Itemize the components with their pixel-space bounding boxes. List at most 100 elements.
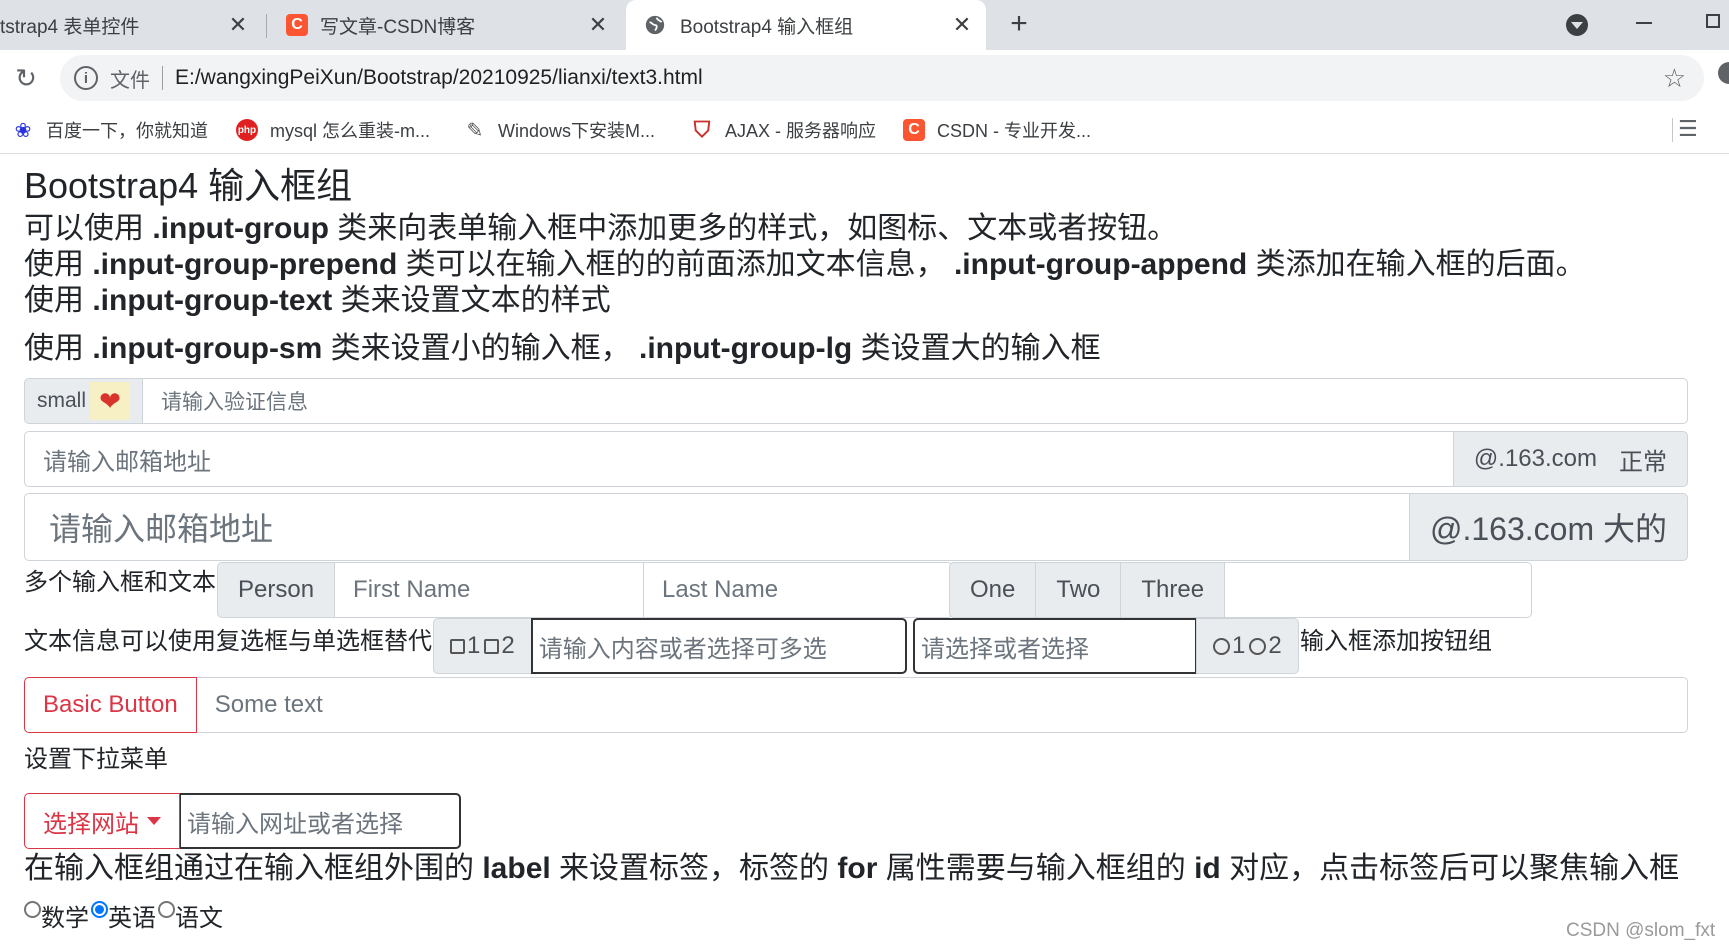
small-addon-text: small bbox=[37, 389, 87, 412]
close-icon[interactable]: ✕ bbox=[950, 12, 974, 37]
some-text-input[interactable]: Some text bbox=[195, 677, 1688, 733]
bookmark-label: CSDN - 专业开发... bbox=[937, 121, 1092, 141]
reading-list-icon[interactable]: ☰ bbox=[1678, 116, 1698, 142]
paw-icon: ❀ bbox=[14, 119, 32, 142]
shield-icon: ⛉ bbox=[693, 117, 711, 142]
size-label: 正常 bbox=[1619, 448, 1667, 476]
basic-button[interactable]: Basic Button bbox=[24, 677, 197, 733]
radio-english[interactable] bbox=[91, 901, 108, 918]
radio-2[interactable] bbox=[1249, 637, 1267, 655]
globe-icon bbox=[645, 15, 665, 35]
close-icon[interactable]: ✕ bbox=[586, 12, 610, 37]
tab-search-icon[interactable] bbox=[1566, 14, 1588, 36]
subject-radio-group: 数学 英语 语文 bbox=[24, 898, 225, 933]
radio-label: 2 bbox=[1268, 632, 1282, 659]
checkbox-label: 1 bbox=[467, 632, 481, 659]
tab-label: 写文章-CSDN博客 bbox=[320, 16, 476, 38]
maximize-icon[interactable] bbox=[1706, 14, 1720, 28]
person-addon: Person bbox=[217, 562, 336, 618]
address-bar: ↻ i 文件 E:/wangxingPeiXun/Bootstrap/20210… bbox=[0, 50, 1729, 106]
desc-group-text: 使用 .input-group-text 类来设置文本的样式 bbox=[24, 283, 611, 319]
checkbox-2[interactable] bbox=[484, 638, 500, 654]
input-group-multi-text: One Two Three bbox=[949, 562, 1533, 618]
desc-text: 属性需要与输入框组的 bbox=[877, 852, 1195, 885]
desc-text: 使用 bbox=[24, 248, 93, 281]
code-text: for bbox=[837, 852, 878, 885]
minimize-icon[interactable] bbox=[1636, 22, 1652, 24]
code-text: .input-group bbox=[152, 212, 329, 245]
domain-text: @.163.com bbox=[1473, 445, 1597, 472]
small-addon: small ❤ bbox=[24, 378, 144, 424]
input-group-dropdown: 选择网站 请输入网址或者选择 bbox=[24, 793, 461, 849]
multi-text-input[interactable] bbox=[1224, 562, 1533, 618]
radio-chinese-label[interactable]: 语文 bbox=[175, 898, 223, 933]
bookmark-label: mysql 怎么重装-m... bbox=[270, 121, 430, 141]
dropdown-label: 选择网站 bbox=[43, 810, 139, 838]
omnibox-divider bbox=[162, 66, 163, 90]
tab-form-controls[interactable]: tstrap4 表单控件 ✕ bbox=[0, 0, 262, 50]
bookmark-label: 百度一下，你就知道 bbox=[46, 121, 208, 141]
one-addon: One bbox=[949, 562, 1037, 618]
file-scheme-label: 文件 bbox=[110, 69, 150, 92]
close-icon[interactable]: ✕ bbox=[226, 12, 250, 37]
url-input[interactable]: 请输入网址或者选择 bbox=[179, 793, 461, 849]
multi-input-label: 多个输入框和文本 bbox=[24, 569, 216, 596]
radio-addon: 1 2 bbox=[1196, 618, 1299, 674]
page-content: Bootstrap4 输入框组 可以使用 .input-group 类来向表单输… bbox=[0, 155, 1729, 950]
button-group-label: 输入框添加按钮组 bbox=[1300, 628, 1492, 655]
watermark: CSDN @slom_fxt bbox=[1566, 920, 1716, 941]
select-site-dropdown[interactable]: 选择网站 bbox=[24, 793, 180, 849]
last-name-input[interactable]: Last Name bbox=[643, 562, 954, 618]
reload-icon[interactable]: ↻ bbox=[12, 64, 40, 92]
email-input[interactable]: 请输入邮箱地址 bbox=[24, 431, 1454, 487]
desc-text: 使用 bbox=[24, 284, 93, 317]
code-text: .input-group-append bbox=[953, 248, 1248, 281]
profile-avatar[interactable] bbox=[1718, 62, 1729, 84]
input-group-button: Basic Button Some text bbox=[24, 677, 1688, 733]
bookmark-star-icon[interactable]: ☆ bbox=[1663, 63, 1686, 94]
bookmark-mysql[interactable]: php mysql 怎么重装-m... bbox=[236, 116, 430, 144]
email-input-large[interactable]: 请输入邮箱地址 bbox=[24, 493, 1410, 561]
desc-input-group: 可以使用 .input-group 类来向表单输入框中添加更多的样式，如图标、文… bbox=[24, 211, 1177, 247]
bookmark-label: AJAX - 服务器响应 bbox=[725, 121, 877, 141]
omnibox[interactable]: i 文件 E:/wangxingPeiXun/Bootstrap/2021092… bbox=[60, 55, 1704, 101]
input-group-multi: Person First Name Last Name bbox=[217, 562, 954, 618]
bookmark-csdn[interactable]: C CSDN - 专业开发... bbox=[903, 116, 1091, 144]
email-domain-addon-large: @.163.com 大的 bbox=[1408, 493, 1688, 561]
radio-math-label[interactable]: 数学 bbox=[41, 898, 89, 933]
select-input[interactable]: 请选择或者选择 bbox=[913, 618, 1197, 674]
desc-text: 类来向表单输入框中添加更多的样式，如图标、文本或者按钮。 bbox=[328, 212, 1178, 245]
new-tab-button[interactable]: + bbox=[1004, 9, 1034, 40]
tab-csdn-write[interactable]: C 写文章-CSDN博客 ✕ bbox=[270, 0, 622, 50]
desc-text: 类可以在输入框的的前面添加文本信息， bbox=[397, 248, 946, 281]
input-group-radio: 请选择或者选择 1 2 bbox=[913, 618, 1299, 674]
input-group-large: 请输入邮箱地址 @.163.com 大的 bbox=[24, 493, 1688, 561]
bookmark-label: Windows下安装M... bbox=[498, 121, 656, 141]
url-text[interactable]: E:/wangxingPeiXun/Bootstrap/20210925/lia… bbox=[175, 66, 703, 90]
info-icon[interactable]: i bbox=[74, 66, 98, 90]
bookmark-baidu[interactable]: ❀ 百度一下，你就知道 bbox=[12, 116, 208, 144]
radio-label: 1 bbox=[1232, 632, 1246, 659]
desc-text: 使用 bbox=[24, 332, 93, 365]
code-text: label bbox=[482, 852, 551, 885]
tab-label: tstrap4 表单控件 bbox=[0, 16, 140, 38]
checkbox-label: 2 bbox=[501, 632, 515, 659]
csdn-icon: C bbox=[286, 14, 308, 36]
radio-english-label[interactable]: 英语 bbox=[108, 898, 156, 933]
desc-text: 类添加在输入框的后面。 bbox=[1247, 248, 1586, 281]
bookmark-windows[interactable]: ✎ Windows下安装M... bbox=[464, 116, 655, 144]
radio-1[interactable] bbox=[1213, 637, 1230, 655]
verify-input[interactable]: 请输入验证信息 bbox=[142, 378, 1688, 424]
tab-label: Bootstrap4 输入框组 bbox=[680, 16, 854, 38]
tab-input-group[interactable]: Bootstrap4 输入框组 ✕ bbox=[626, 0, 986, 50]
heart-icon: ❤ bbox=[90, 382, 131, 420]
radio-chinese[interactable] bbox=[158, 901, 175, 918]
first-name-input[interactable]: First Name bbox=[334, 562, 645, 618]
desc-text: 类来设置文本的样式 bbox=[332, 284, 611, 317]
radio-math[interactable] bbox=[24, 901, 41, 918]
bookmark-ajax[interactable]: ⛉ AJAX - 服务器响应 bbox=[691, 116, 876, 144]
checkbox-1[interactable] bbox=[450, 638, 465, 654]
bookmarks-divider bbox=[1672, 118, 1673, 142]
input-group-small: small ❤ 请输入验证信息 bbox=[24, 378, 1688, 424]
content-input[interactable]: 请输入内容或者选择可多选 bbox=[530, 618, 907, 674]
